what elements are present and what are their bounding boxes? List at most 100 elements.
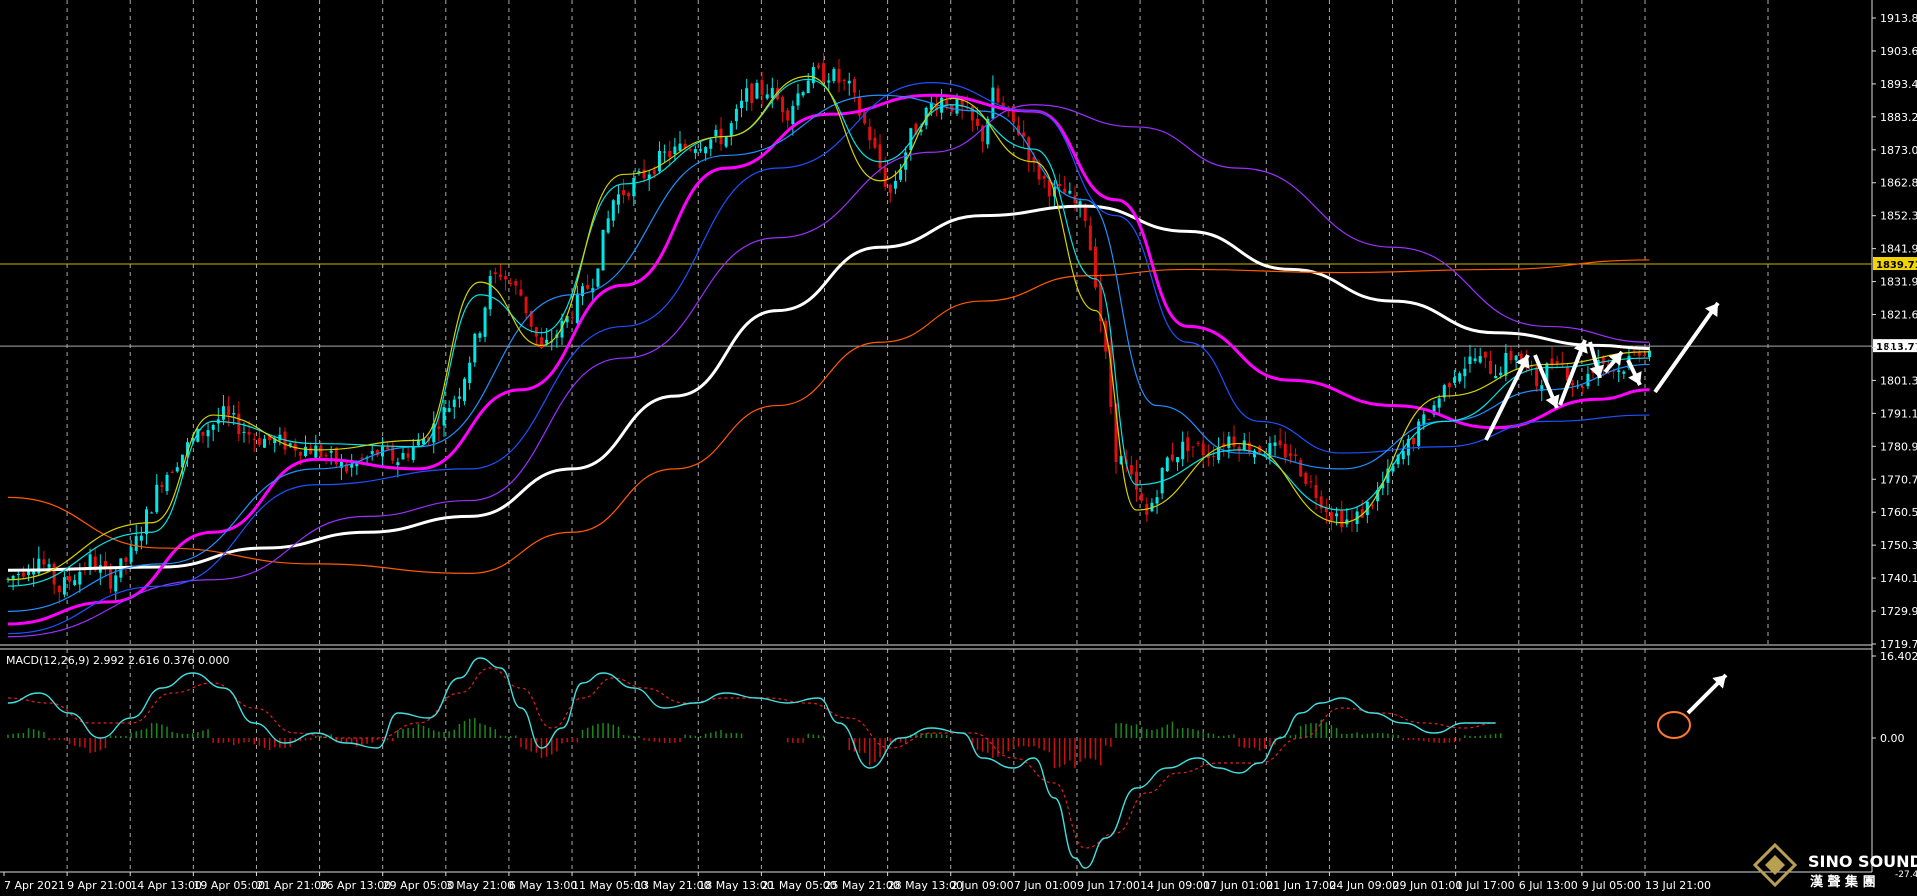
candle-up: [632, 177, 636, 197]
candle-up: [745, 88, 749, 102]
y-tick-label: 1750.30: [1880, 539, 1917, 552]
candle-down: [1535, 367, 1539, 387]
x-tick-label: 1 Jul 17:00: [1456, 879, 1515, 892]
candle-up: [1155, 497, 1159, 504]
candle-up: [596, 268, 600, 287]
candle-up: [150, 512, 154, 514]
candle-up: [709, 139, 713, 149]
candle-down: [1637, 352, 1641, 356]
candle-up: [468, 362, 472, 383]
candle-down: [386, 447, 390, 450]
candle-up: [221, 406, 225, 420]
candle-down: [201, 431, 205, 436]
candle-down: [42, 559, 46, 565]
candle-down: [514, 281, 518, 286]
candle-up: [1242, 440, 1246, 451]
candle-up: [755, 82, 759, 99]
candle-down: [652, 170, 656, 175]
candle-down: [319, 445, 323, 458]
x-tick-label: 14 Jun 09:00: [1140, 879, 1210, 892]
candle-up: [714, 129, 718, 137]
y-tick-label: 1740.10: [1880, 572, 1917, 585]
candle-down: [586, 284, 590, 289]
candle-up: [1335, 513, 1339, 517]
candle-up: [78, 571, 82, 585]
candle-up: [165, 474, 169, 492]
macd-tick-label: 16.402: [1880, 650, 1917, 663]
candle-down: [873, 137, 877, 148]
candle-up: [955, 99, 959, 114]
candle-down: [504, 276, 508, 280]
y-tick-label: 1770.70: [1880, 473, 1917, 486]
candle-up: [770, 87, 774, 99]
candle-up: [473, 333, 477, 363]
candle-down: [493, 272, 497, 275]
candle-up: [1478, 356, 1482, 363]
candle-down: [21, 572, 25, 577]
candle-down: [309, 447, 313, 455]
candle-down: [1042, 175, 1046, 179]
candle-down: [1283, 443, 1287, 458]
candle-down: [57, 585, 61, 593]
candle-down: [1088, 225, 1092, 251]
candle-down: [883, 167, 887, 187]
candle-up: [11, 575, 15, 580]
candle-down: [247, 431, 251, 435]
candle-up: [370, 451, 374, 454]
candle-down: [1232, 436, 1236, 447]
candle-down: [1083, 205, 1087, 221]
candle-up: [242, 431, 246, 433]
candle-down: [1196, 442, 1200, 444]
candle-up: [62, 577, 66, 595]
candle-down: [888, 184, 892, 193]
x-tick-label: 9 Jul 05:00: [1582, 879, 1641, 892]
candle-down: [298, 452, 302, 456]
candle-down: [170, 472, 174, 474]
x-tick-label: 13 Jul 21:00: [1645, 879, 1711, 892]
y-tick-label: 1852.30: [1880, 210, 1917, 223]
x-tick-label: 7 Jun 01:00: [1014, 879, 1077, 892]
candle-down: [509, 283, 513, 285]
candle-down: [1447, 383, 1451, 388]
candle-down: [1304, 472, 1308, 484]
candle-up: [801, 92, 805, 96]
candle-down: [1370, 505, 1374, 507]
y-tick-label: 1831.90: [1880, 276, 1917, 289]
y-tick-label: 1729.90: [1880, 605, 1917, 618]
candle-up: [73, 580, 77, 586]
candle-down: [160, 484, 164, 487]
candle-down: [1299, 459, 1303, 477]
logo-line2: 漢 聲 集 團: [1810, 874, 1876, 890]
candle-down: [976, 118, 979, 126]
candle-down: [852, 79, 856, 93]
candle-down: [498, 274, 502, 278]
candle-up: [729, 123, 733, 136]
x-tick-label: 26 Apr 13:00: [320, 879, 392, 892]
candle-up: [1617, 370, 1621, 372]
candle-down: [688, 149, 692, 151]
candle-up: [401, 453, 405, 460]
candle-up: [740, 100, 744, 109]
candle-up: [232, 413, 236, 415]
candle-down: [1058, 184, 1062, 187]
candle-up: [601, 229, 605, 271]
y-tick-label: 1791.10: [1880, 407, 1917, 420]
candle-up: [483, 307, 487, 337]
x-tick-label: 7 Apr 2021: [4, 879, 65, 892]
candle-up: [1217, 447, 1221, 461]
candle-up: [139, 535, 143, 541]
candle-up: [1453, 377, 1457, 383]
candle-up: [1504, 353, 1508, 376]
candle-down: [1340, 510, 1344, 528]
candle-down: [1329, 512, 1333, 521]
candle-up: [693, 149, 697, 153]
candle-down: [1488, 360, 1492, 374]
y-tick-label: 1760.50: [1880, 506, 1917, 519]
candle-up: [134, 536, 138, 551]
candle-down: [868, 126, 872, 141]
candle-up: [47, 564, 51, 568]
candle-down: [642, 169, 646, 179]
candle-down: [1314, 485, 1318, 498]
candle-down: [750, 83, 754, 104]
candle-up: [657, 150, 661, 172]
